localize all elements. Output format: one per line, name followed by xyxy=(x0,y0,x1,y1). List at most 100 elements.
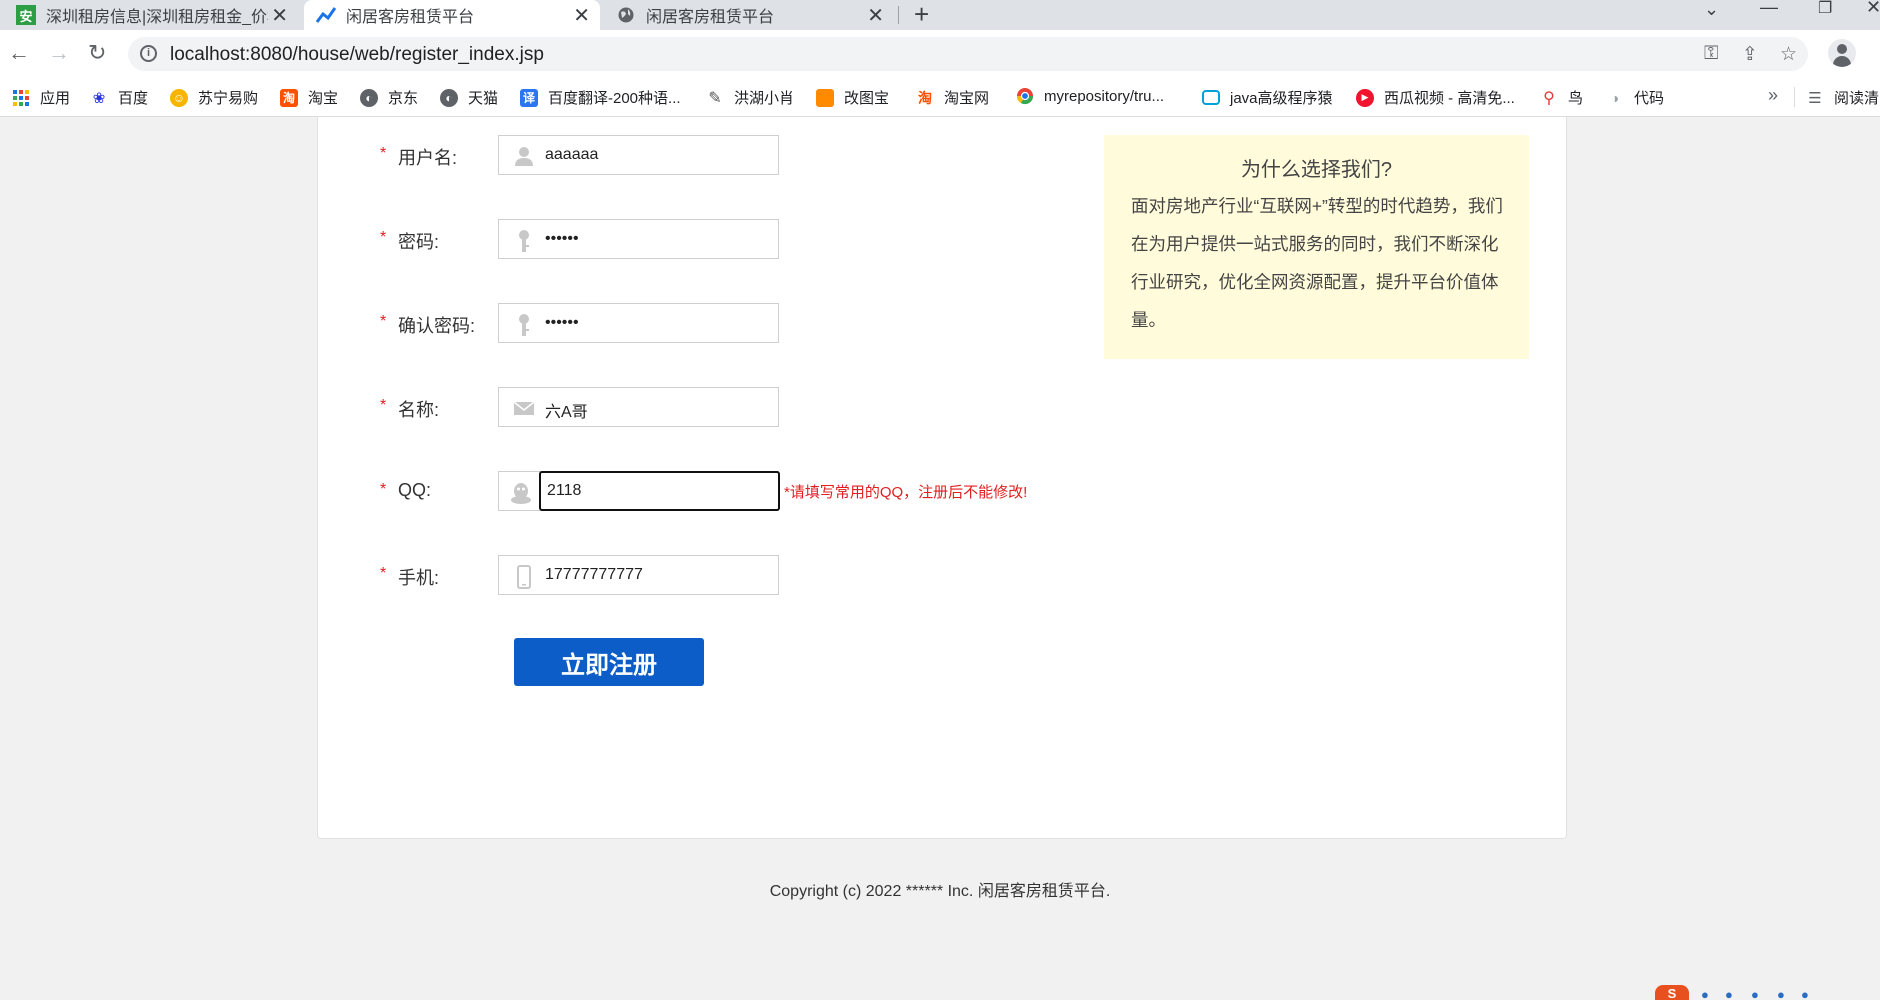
bookmark-label: 鸟 xyxy=(1568,90,1584,107)
password-input[interactable]: •••••• xyxy=(498,219,779,259)
url-text[interactable]: localhost:8080/house/web/register_index.… xyxy=(170,44,544,66)
close-icon[interactable]: ✕ xyxy=(573,3,590,28)
close-icon[interactable]: ✕ xyxy=(271,3,288,28)
bookmark-tmall[interactable]: ◐ 天猫 xyxy=(440,87,498,108)
tray-icon[interactable]: ● xyxy=(1725,987,1733,1000)
bookmark-taobao[interactable]: 淘 淘宝 xyxy=(280,87,338,108)
key-icon xyxy=(513,229,535,252)
qq-row: * QQ: 2118 *请填写常用的QQ，注册后不能修改! xyxy=(380,471,1080,511)
bookmarks-separator xyxy=(1794,87,1795,107)
share-icon[interactable]: ⇪ xyxy=(1742,43,1758,66)
translate-icon: 译 xyxy=(520,88,538,107)
minimize-icon[interactable]: — xyxy=(1760,0,1778,30)
taobao-icon: 淘 xyxy=(280,88,298,107)
code-icon: ◑ xyxy=(1610,89,1620,106)
forward-icon[interactable]: → xyxy=(48,40,70,66)
bookmark-label: 百度翻译-200种语... xyxy=(548,90,681,107)
reload-icon[interactable]: ↻ xyxy=(88,40,106,66)
taobao-icon: 淘 xyxy=(918,89,932,106)
phone-row: * 手机: 17777777777 xyxy=(380,555,1080,595)
username-label: 用户名: xyxy=(398,148,458,168)
confirm-password-label: 确认密码: xyxy=(398,316,476,336)
bookmark-apps[interactable]: 应用 xyxy=(12,87,70,108)
browser-toolbar: ← → ↻ i localhost:8080/house/web/registe… xyxy=(0,30,1880,77)
suning-icon: ☺ xyxy=(170,88,188,107)
bookmark-label: 应用 xyxy=(40,90,71,107)
bookmark-label: java高级程序猿 xyxy=(1230,90,1333,107)
profile-avatar[interactable] xyxy=(1828,39,1856,67)
tab-2[interactable]: 闲居客房租赁平台 ✕ xyxy=(304,0,600,30)
baidu-paw-icon: ❀ xyxy=(92,89,106,107)
address-bar[interactable]: i localhost:8080/house/web/register_inde… xyxy=(128,37,1808,71)
required-mark: * xyxy=(380,313,387,330)
globe-icon xyxy=(616,5,636,25)
confirm-password-value: •••••• xyxy=(545,314,579,331)
qq-penguin-icon xyxy=(509,481,531,504)
info-icon[interactable]: i xyxy=(140,45,157,62)
bookmark-suning[interactable]: ☺ 苏宁易购 xyxy=(170,87,258,108)
user-icon xyxy=(513,145,535,167)
bookmark-xigua[interactable]: ▶ 西瓜视频 - 高清免... xyxy=(1356,87,1515,108)
why-body: 面对房地产行业“互联网+”转型的时代趋势，我们在为用户提供一站式服务的同时，我们… xyxy=(1131,196,1503,330)
chart-icon xyxy=(316,5,336,25)
bookmark-taobao-net[interactable]: 淘 淘宝网 xyxy=(916,87,989,108)
copyright-footer: Copyright (c) 2022 ****** Inc. 闲居客房租赁平台. xyxy=(769,883,1111,900)
required-mark: * xyxy=(380,481,387,498)
sogou-ime-icon[interactable]: S xyxy=(1655,985,1689,1000)
back-icon[interactable]: ← xyxy=(8,40,30,66)
qq-input[interactable]: 2118 xyxy=(539,471,780,511)
required-mark: * xyxy=(380,145,387,162)
bookmark-baidu[interactable]: ❀ 百度 xyxy=(90,87,148,108)
phone-value: 17777777777 xyxy=(545,566,643,583)
key-icon xyxy=(513,313,535,336)
bookmark-java[interactable]: java高级程序猿 xyxy=(1202,87,1333,108)
restore-icon[interactable]: ❐ xyxy=(1818,1,1832,32)
avatar-head xyxy=(1837,44,1847,54)
phone-icon xyxy=(513,565,535,589)
avatar-body xyxy=(1833,56,1851,67)
tray-icon[interactable]: ● xyxy=(1801,987,1809,1000)
confirm-password-row: * 确认密码: •••••• xyxy=(380,303,1080,343)
bookmark-code[interactable]: ◑ 代码 xyxy=(1606,87,1664,108)
key-icon[interactable]: ⚿ xyxy=(1704,43,1718,65)
tab-search-icon[interactable]: ⌄ xyxy=(1704,0,1719,32)
close-icon[interactable]: ✕ xyxy=(867,3,884,28)
close-window-icon[interactable]: ✕ xyxy=(1866,0,1880,30)
bookmark-label: 淘宝网 xyxy=(944,90,990,107)
bilibili-icon xyxy=(1202,90,1220,105)
bookmark-label: 洪湖小肖 xyxy=(734,90,795,107)
bookmark-niao[interactable]: ⚲ 鸟 xyxy=(1540,87,1583,108)
qq-hint: *请填写常用的QQ，注册后不能修改! xyxy=(784,484,1028,501)
name-value: 六A哥 xyxy=(545,404,588,421)
bookmark-label: 苏宁易购 xyxy=(198,90,259,107)
bookmark-myrepository[interactable]: myrepository/tru... xyxy=(1016,87,1164,105)
phone-label: 手机: xyxy=(398,568,440,588)
tab-3[interactable]: 闲居客房租赁平台 ✕ xyxy=(604,0,894,30)
name-input[interactable]: 六A哥 xyxy=(498,387,779,427)
bookmark-honghu[interactable]: ✎ 洪湖小肖 xyxy=(706,87,794,108)
register-button[interactable]: 立即注册 xyxy=(514,638,704,686)
tray-icon[interactable]: ● xyxy=(1777,987,1785,1000)
tray-icon[interactable]: ● xyxy=(1701,987,1709,1000)
required-mark: * xyxy=(380,565,387,582)
bookmarks-more-icon[interactable]: » xyxy=(1768,85,1778,106)
new-tab-button[interactable]: + xyxy=(914,0,929,30)
bookmark-label: 代码 xyxy=(1634,90,1665,107)
star-icon[interactable]: ☆ xyxy=(1780,43,1797,66)
bookmark-baidu-translate[interactable]: 译 百度翻译-200种语... xyxy=(520,87,681,108)
confirm-password-input[interactable]: •••••• xyxy=(498,303,779,343)
globe-icon: ◐ xyxy=(360,88,378,107)
reading-list-label: 阅读清 xyxy=(1834,90,1880,107)
bookmark-jd[interactable]: ◐ 京东 xyxy=(360,87,418,108)
bird-icon: ⚲ xyxy=(1543,89,1555,107)
username-row: * 用户名: aaaaaa xyxy=(380,135,1080,175)
phone-input[interactable]: 17777777777 xyxy=(498,555,779,595)
tab-1[interactable]: 安 深圳租房信息|深圳租房租金_价格 ✕ xyxy=(8,0,298,30)
tray-icon[interactable]: ● xyxy=(1751,987,1759,1000)
required-mark: * xyxy=(380,229,387,246)
reading-list[interactable]: ☰ 阅读清 xyxy=(1806,87,1879,108)
username-input[interactable]: aaaaaa xyxy=(498,135,779,175)
bookmark-gaitubao[interactable]: 改图宝 xyxy=(816,87,889,108)
username-value: aaaaaa xyxy=(545,146,599,163)
site-an-icon: 安 xyxy=(16,5,36,25)
